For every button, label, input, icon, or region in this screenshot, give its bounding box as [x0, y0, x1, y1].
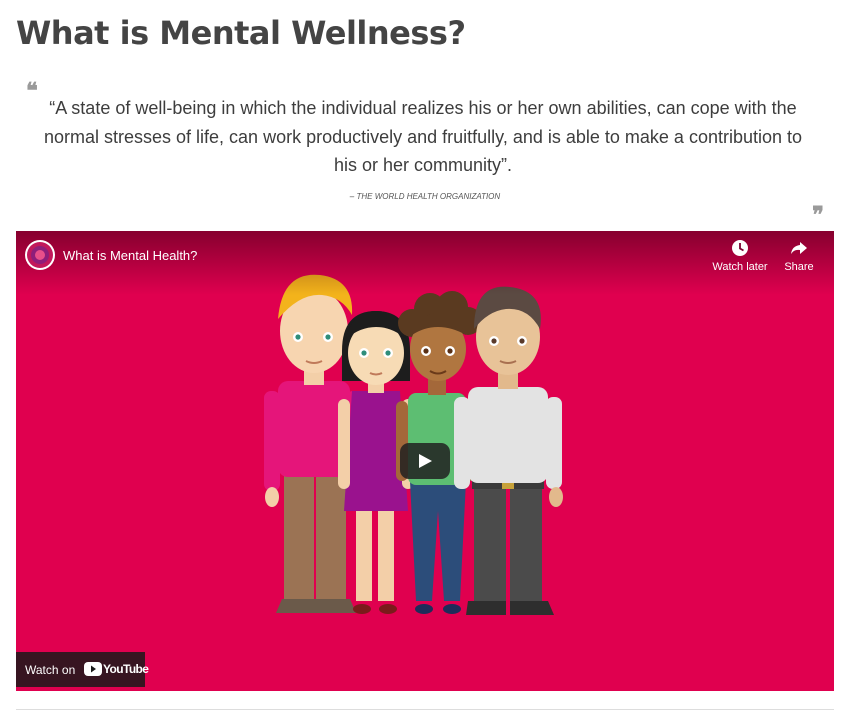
character-dark-haired-man: [454, 286, 563, 615]
video-player[interactable]: What is Mental Health? Watch later Share…: [16, 231, 834, 691]
watch-later-label: Watch later: [712, 261, 768, 273]
quote-source: – THE WORLD HEALTH ORGANIZATION: [349, 192, 501, 201]
bottom-divider: [16, 709, 834, 710]
clock-icon: [732, 240, 748, 256]
watch-on-youtube-button[interactable]: Watch on YouTube: [16, 652, 149, 687]
watch-later-button[interactable]: Watch later: [710, 239, 770, 273]
share-arrow-icon: [791, 242, 807, 254]
youtube-logo-icon: [84, 662, 102, 676]
page-title: What is Mental Wellness?: [16, 14, 466, 52]
quote-text: “A state of well-being in which the indi…: [43, 98, 803, 175]
open-quote-icon: ❝: [26, 78, 38, 104]
youtube-brand-label: YouTube: [103, 662, 149, 676]
play-button[interactable]: [400, 443, 450, 479]
watch-on-label: Watch on: [25, 663, 76, 677]
close-quote-icon: ❞: [812, 202, 824, 228]
video-title[interactable]: What is Mental Health?: [63, 248, 197, 263]
share-label: Share: [784, 261, 814, 273]
share-button[interactable]: Share: [769, 239, 829, 273]
channel-logo-icon[interactable]: [25, 240, 55, 270]
play-icon: [419, 454, 432, 468]
